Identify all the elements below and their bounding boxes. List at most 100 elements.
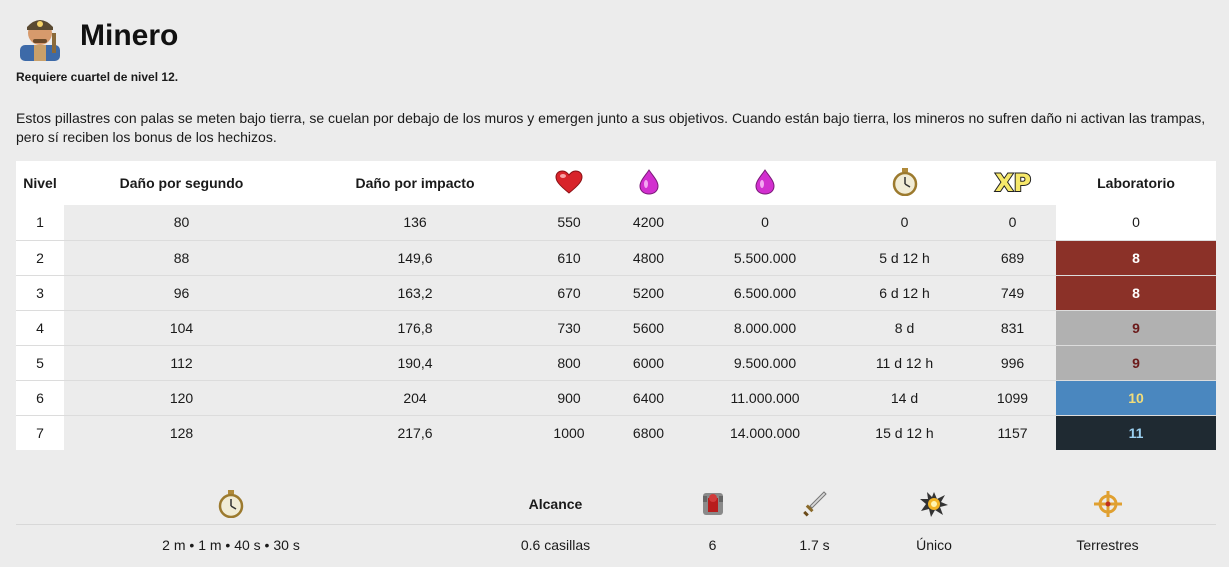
target-crosshair-icon (1093, 490, 1123, 518)
cell-lab: 9 (1056, 309, 1216, 345)
cell-hp: 800 (531, 344, 607, 380)
description-text: Estos pillastres con palas se meten bajo… (16, 110, 1206, 145)
header-cost (607, 161, 690, 205)
damage-type-value: Único (916, 537, 952, 553)
cell-research: 11.000.000 (690, 379, 840, 415)
stopwatch-icon (218, 489, 244, 518)
explosion-icon (919, 490, 949, 518)
range-value: 0.6 casillas (520, 537, 591, 553)
cell-hp: 1000 (531, 414, 607, 450)
elixir-icon (755, 168, 775, 195)
cell-lab: 8 (1056, 274, 1216, 310)
cell-dps: 120 (64, 379, 299, 415)
cell-time: 15 d 12 h (840, 414, 969, 450)
cell-dps: 112 (64, 344, 299, 380)
cell-cost: 4800 (607, 239, 690, 275)
cell-dph: 149,6 (299, 239, 531, 275)
cell-time: 6 d 12 h (840, 274, 969, 310)
range-label: Alcance (528, 495, 583, 512)
cell-time: 8 d (840, 309, 969, 345)
xp-icon: XP (991, 168, 1035, 196)
header-xp: XP (969, 161, 1056, 205)
cell-dph: 136 (403, 214, 427, 231)
header-level: Nivel (16, 161, 64, 205)
housing-space-value: 6 (708, 537, 717, 553)
cell-hp: 610 (531, 239, 607, 275)
cell-dph: 190,4 (299, 344, 531, 380)
cell-time: 0 (900, 214, 909, 231)
cell-xp: 996 (969, 344, 1056, 380)
cell-xp: 689 (969, 239, 1056, 275)
table-row: 7 128 217,6 1000 6800 14.000.000 15 d 12 h 1157… (16, 414, 1216, 450)
cell-xp: 749 (969, 274, 1056, 310)
attack-speed-value: 1.7 s (799, 537, 830, 553)
elixir-icon (638, 168, 659, 195)
cell-lab: 10 (1056, 379, 1216, 415)
cell-time: 5 d 12 h (840, 239, 969, 275)
levels-table: Nivel Daño por segundo Daño por impacto (16, 161, 1216, 450)
header-research-cost (690, 161, 840, 205)
cell-cost: 6400 (607, 379, 690, 415)
cell-dph: 176,8 (299, 309, 531, 345)
table-row: 1 80 136 550 4200 0 0 0 0 (16, 205, 1216, 240)
cell-cost: 6000 (607, 344, 690, 380)
cell-hp: 900 (531, 379, 607, 415)
cell-cost: 5600 (607, 309, 690, 345)
cell-lab: 11 (1056, 414, 1216, 450)
table-row: 5 112 190,4 800 6000 9.500.000 11 d 12 h 996 9 (16, 344, 1216, 380)
stats-value-row: 2 m • 1 m • 40 s • 30 s 0.6 casillas 6 1… (16, 525, 1216, 565)
cell-lab: 9 (1056, 344, 1216, 380)
cell-xp: 1157 (969, 414, 1056, 450)
cell-dps: 80 (173, 214, 190, 231)
cell-dph: 217,6 (299, 414, 531, 450)
cell-cost: 6800 (607, 414, 690, 450)
stopwatch-icon (892, 167, 918, 196)
miner-avatar-icon (16, 11, 64, 61)
cell-research: 9.500.000 (690, 344, 840, 380)
cell-research: 0 (761, 214, 769, 231)
cell-level: 5 (16, 344, 64, 380)
page-header: Minero (16, 10, 178, 62)
cell-level: 1 (16, 205, 64, 240)
stats-icon-row: Alcance (16, 483, 1216, 525)
cell-dph: 204 (299, 379, 531, 415)
cell-hp: 730 (531, 309, 607, 345)
table-row: 4 104 176,8 730 5600 8.000.000 8 d 831 9 (16, 309, 1216, 345)
cell-lab: 0 (1056, 205, 1216, 240)
cell-xp: 0 (1008, 214, 1017, 231)
cell-level: 2 (16, 239, 64, 275)
cell-hp: 550 (557, 214, 581, 231)
table-header-row: Nivel Daño por segundo Daño por impacto (16, 161, 1216, 205)
cell-dps: 104 (64, 309, 299, 345)
cell-time: 14 d (840, 379, 969, 415)
unit-stats: Alcance 2 m • 1 m • 40 s • 30 s 0.6 casi… (16, 483, 1216, 565)
housing-space-icon (700, 490, 726, 518)
cell-level: 6 (16, 379, 64, 415)
svg-text:XP: XP (994, 169, 1030, 196)
table-row: 2 88 149,6 610 4800 5.500.000 5 d 12 h 689 8 (16, 239, 1216, 275)
cell-level: 3 (16, 274, 64, 310)
cell-cost: 5200 (607, 274, 690, 310)
cell-dps: 88 (64, 239, 299, 275)
cell-time: 11 d 12 h (840, 344, 969, 380)
cell-research: 5.500.000 (690, 239, 840, 275)
sword-icon (802, 490, 828, 518)
header-dph: Daño por impacto (299, 161, 531, 205)
cell-lab: 8 (1056, 239, 1216, 275)
header-dps: Daño por segundo (64, 161, 299, 205)
training-time-value: 2 m • 1 m • 40 s • 30 s (162, 537, 300, 553)
cell-dps: 96 (64, 274, 299, 310)
header-lab: Laboratorio (1056, 161, 1216, 205)
cell-dph: 163,2 (299, 274, 531, 310)
requirement-text: Requiere cuartel de nivel 12. (16, 70, 179, 84)
cell-xp: 831 (969, 309, 1056, 345)
cell-research: 6.500.000 (690, 274, 840, 310)
cell-dps: 128 (64, 414, 299, 450)
cell-xp: 1099 (969, 379, 1056, 415)
cell-level: 7 (16, 414, 64, 450)
targets-value: Terrestres (1076, 537, 1139, 553)
cell-research: 8.000.000 (690, 309, 840, 345)
cell-research: 14.000.000 (690, 414, 840, 450)
header-time (840, 161, 969, 205)
cell-hp: 670 (531, 274, 607, 310)
